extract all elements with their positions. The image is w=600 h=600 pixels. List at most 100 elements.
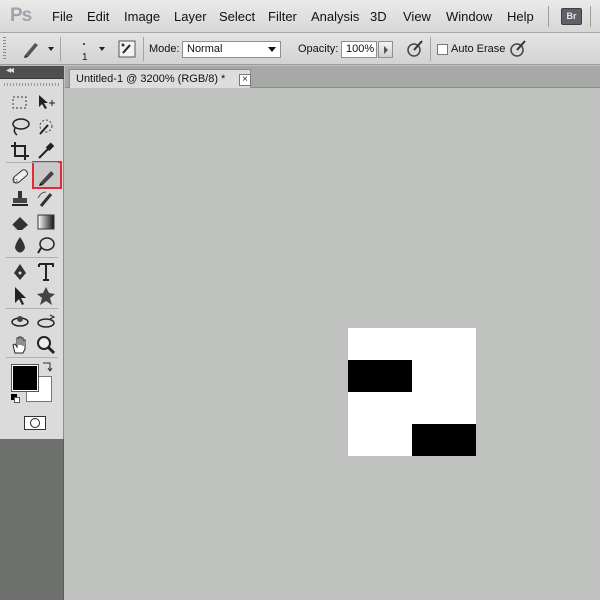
pen-pressure-icon	[407, 40, 423, 57]
type-tool[interactable]	[35, 261, 57, 283]
menu-edit[interactable]: Edit	[87, 9, 109, 24]
rectangular-marquee-icon	[12, 96, 27, 109]
menu-analysis[interactable]: Analysis	[311, 9, 359, 24]
mode-value: Normal	[187, 43, 223, 55]
move-tool[interactable]	[35, 92, 57, 114]
blur-icon	[15, 237, 25, 253]
chevron-down-icon	[268, 47, 276, 52]
menu-separator	[548, 6, 549, 27]
menu-file[interactable]: File	[52, 9, 73, 24]
chevron-down-icon[interactable]	[48, 47, 54, 51]
hand-tool[interactable]	[9, 334, 31, 356]
menu-select[interactable]: Select	[219, 9, 255, 24]
crop-tool[interactable]	[9, 140, 31, 162]
lasso-icon	[12, 118, 30, 136]
tablet-pressure-opacity-button[interactable]	[405, 39, 425, 62]
eyedropper-tool[interactable]	[35, 140, 57, 162]
tool-preset-picker[interactable]	[20, 39, 42, 62]
type-icon	[38, 263, 54, 281]
history-brush-tool[interactable]	[35, 188, 57, 210]
tool-separator	[6, 308, 58, 309]
menu-filter[interactable]: Filter	[268, 9, 297, 24]
document-canvas[interactable]	[348, 328, 476, 456]
move-icon	[39, 95, 55, 109]
opacity-input[interactable]: 100%	[341, 41, 377, 58]
tablet-pressure-size-button[interactable]	[508, 39, 528, 62]
close-icon[interactable]: ×	[239, 74, 251, 86]
quick-mask-button[interactable]	[24, 416, 46, 430]
eyedropper-icon	[38, 142, 55, 159]
pencil-icon	[39, 171, 54, 186]
menu-3d[interactable]: 3D	[370, 9, 387, 24]
panel-grip[interactable]	[4, 83, 60, 86]
options-separator	[60, 37, 61, 61]
3d-orbit-tool[interactable]	[35, 311, 57, 333]
brush-size-value[interactable]: 1	[82, 52, 88, 63]
3d-rotate-tool[interactable]	[9, 311, 31, 333]
brush-panel-toggle[interactable]	[118, 40, 136, 61]
pen-icon	[14, 264, 26, 280]
workspace[interactable]	[65, 88, 600, 600]
gradient-tool[interactable]	[35, 211, 57, 233]
custom-shape-icon	[37, 287, 55, 305]
tools-panel-header: ◂◂	[0, 65, 64, 79]
zoom-icon	[37, 336, 56, 355]
eraser-tool[interactable]	[9, 211, 31, 233]
document-tab[interactable]: Untitled-1 @ 3200% (RGB/8) * ×	[69, 69, 251, 88]
clone-stamp-tool[interactable]	[9, 188, 31, 210]
opacity-value: 100%	[346, 43, 375, 55]
spot-healing-tool[interactable]	[9, 165, 31, 187]
dodge-icon	[37, 237, 55, 254]
document-tab-strip: Untitled-1 @ 3200% (RGB/8) * ×	[65, 66, 600, 88]
auto-erase-checkbox[interactable]	[437, 44, 448, 55]
photoshop-logo: Ps	[10, 5, 32, 26]
eraser-icon	[11, 217, 28, 231]
foreground-color-swatch[interactable]	[11, 364, 39, 392]
auto-erase-label[interactable]: Auto Erase	[451, 43, 505, 55]
opacity-label: Opacity:	[298, 43, 339, 55]
custom-shape-tool[interactable]	[35, 285, 57, 307]
menu-help[interactable]: Help	[507, 9, 534, 24]
options-bar-grip[interactable]	[3, 37, 6, 61]
menu-image[interactable]: Image	[124, 9, 160, 24]
dodge-tool[interactable]	[35, 234, 57, 256]
panel-dock-area	[0, 439, 64, 600]
pen-pressure-icon	[510, 40, 526, 57]
opacity-slider-toggle[interactable]	[378, 41, 393, 58]
brush-panel-icon	[118, 40, 136, 58]
bridge-button[interactable]: Br	[561, 8, 582, 25]
clone-stamp-icon	[12, 191, 28, 206]
options-separator	[143, 37, 144, 61]
pencil-tool[interactable]	[36, 165, 58, 187]
mode-label: Mode:	[149, 43, 180, 55]
menu-layer[interactable]: Layer	[174, 9, 207, 24]
chevron-down-icon[interactable]	[99, 47, 105, 51]
quick-selection-tool[interactable]	[35, 116, 57, 138]
pencil-icon	[24, 43, 38, 58]
collapse-panel-icon[interactable]: ◂◂	[6, 65, 14, 76]
rectangular-marquee-tool[interactable]	[9, 92, 31, 114]
menu-bar: Ps File Edit Image Layer Select Filter A…	[0, 0, 600, 33]
pen-tool[interactable]	[9, 261, 31, 283]
mode-dropdown[interactable]: Normal	[182, 41, 281, 58]
tool-separator	[6, 257, 58, 258]
hand-icon	[12, 336, 26, 354]
history-brush-icon	[37, 191, 53, 207]
menu-view[interactable]: View	[403, 9, 431, 24]
path-selection-icon	[15, 287, 26, 305]
zoom-tool[interactable]	[35, 334, 57, 356]
tool-separator	[6, 357, 58, 358]
path-selection-tool[interactable]	[9, 285, 31, 307]
tool-separator	[6, 162, 58, 163]
menu-separator	[590, 6, 591, 27]
black-pixel-block	[348, 360, 412, 392]
document-title: Untitled-1 @ 3200% (RGB/8) *	[76, 73, 226, 85]
quick-selection-icon	[39, 119, 53, 135]
lasso-tool[interactable]	[9, 116, 31, 138]
default-colors-icon[interactable]	[14, 397, 20, 403]
blur-tool[interactable]	[9, 234, 31, 256]
menu-window[interactable]: Window	[446, 9, 492, 24]
3d-rotate-icon	[11, 316, 29, 327]
spot-healing-icon	[12, 169, 28, 184]
swap-colors-icon[interactable]	[41, 360, 53, 375]
